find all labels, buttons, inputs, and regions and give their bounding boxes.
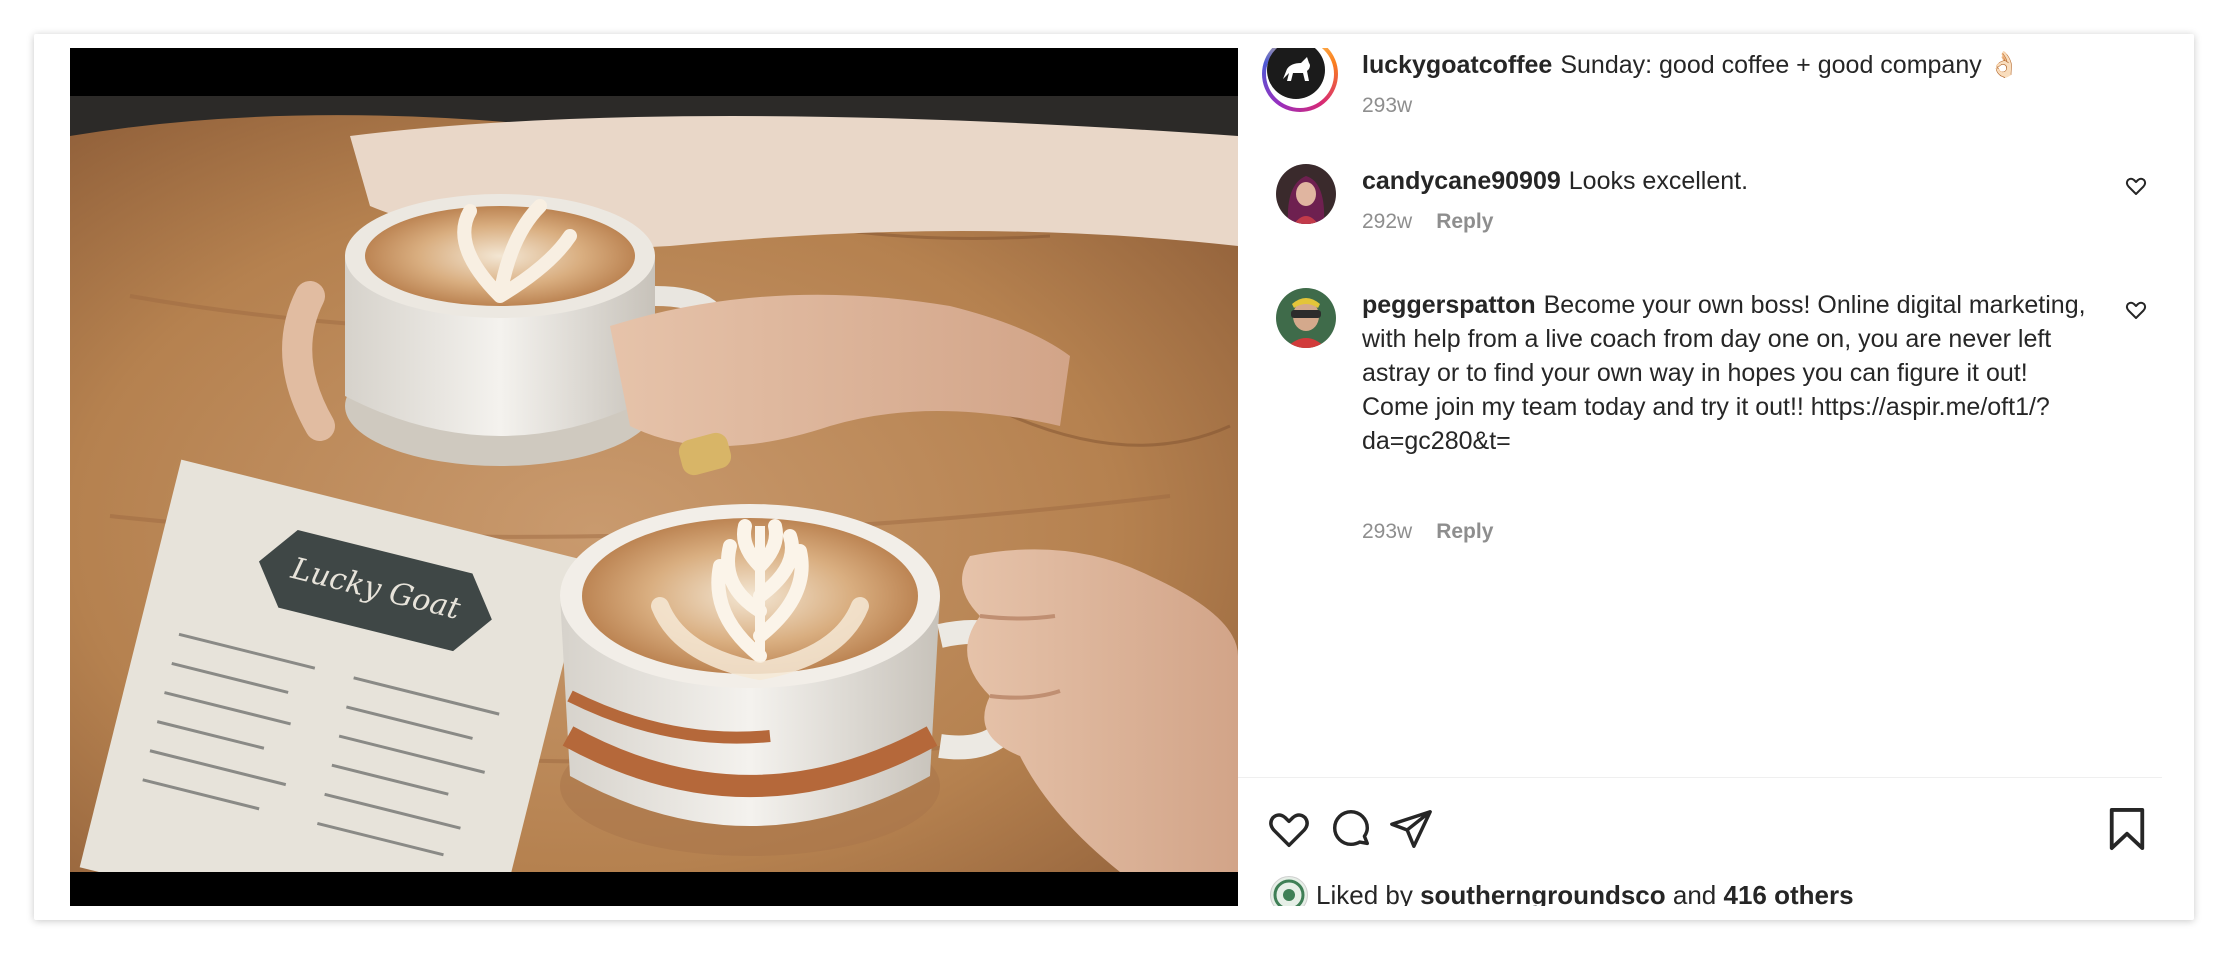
paper-plane-icon[interactable] [1388, 806, 1434, 852]
post-modal: Lucky Goat luckygoatcoffee Sunday: good … [70, 48, 2162, 906]
caption-username[interactable]: luckygoatcoffee [1362, 51, 1552, 79]
latte-photo: Lucky Goat [70, 96, 1238, 872]
likes-count-link[interactable]: 416 others [1724, 880, 1854, 906]
bookmark-icon[interactable] [2106, 806, 2148, 852]
liked-by-line: Liked by southerngroundsco and 416 other… [1270, 876, 1854, 906]
comment-username[interactable]: peggerspatton [1362, 291, 1536, 319]
ok-hand-emoji: 👌🏻 [1988, 51, 2020, 79]
comment-username[interactable]: candycane90909 [1362, 167, 1561, 195]
heart-icon[interactable] [1266, 806, 1312, 852]
avatar[interactable] [1276, 164, 1336, 224]
caption-text: Sunday: good coffee + good company [1560, 51, 1982, 79]
comment-bubble-icon[interactable] [1328, 806, 1374, 852]
caption-age: 293w [1362, 94, 1413, 117]
comment-age: 293w [1362, 520, 1413, 543]
heart-small-icon[interactable] [2124, 298, 2148, 322]
post-image[interactable]: Lucky Goat [70, 48, 1238, 906]
comment-age: 292w [1362, 210, 1413, 233]
liked-by-prefix: Liked by [1316, 880, 1413, 906]
comment-text: Looks excellent. [1568, 167, 1749, 195]
avatar[interactable] [1276, 288, 1336, 348]
comments-panel: luckygoatcoffee Sunday: good coffee + goo… [1238, 48, 2162, 906]
reply-button[interactable]: Reply [1436, 520, 1493, 544]
liked-by-joiner: and [1672, 880, 1717, 906]
avatar[interactable] [1270, 876, 1308, 906]
reply-button[interactable]: Reply [1436, 210, 1493, 234]
story-ring[interactable] [1262, 48, 1338, 112]
heart-small-icon[interactable] [2124, 174, 2148, 198]
liker-username[interactable]: southerngroundsco [1420, 880, 1666, 906]
